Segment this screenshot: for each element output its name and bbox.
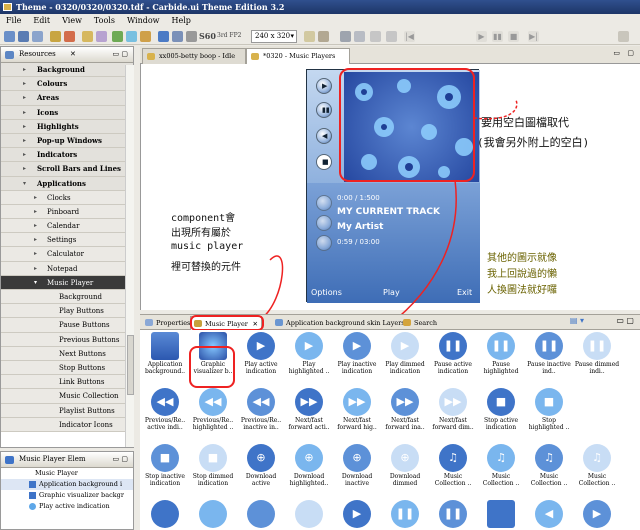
gallery-item[interactable]: ♫ Music Collection .. — [430, 442, 476, 494]
gallery-item[interactable]: ◀◀ Previous/Re.. active indi.. — [142, 386, 188, 438]
gallery-item[interactable]: ❚❚ Pause active indication — [430, 330, 476, 382]
gallery-item[interactable]: ▶ Play active indication — [238, 330, 284, 382]
music-collection-icon: ♫ — [439, 444, 467, 472]
next-icon: ▶ — [583, 500, 611, 528]
gallery-item[interactable] — [238, 498, 284, 530]
tab-search[interactable]: Search — [400, 316, 440, 330]
gallery-item[interactable]: ⊕Download active indication — [238, 442, 284, 494]
annotation-box-visualizer — [189, 346, 235, 388]
gallery-item[interactable]: Application background.. — [142, 330, 188, 382]
list-icon — [247, 500, 275, 528]
arrow-to-note — [473, 99, 518, 120]
gallery-item[interactable]: ◀◀ Previous/Re.. inactive in.. — [238, 386, 284, 438]
pause-icon: ❚❚ — [487, 332, 515, 360]
download-icon: ⊕ — [391, 444, 419, 472]
gallery-item[interactable]: ■ Stop highlighted .. — [526, 386, 572, 438]
gallery-item[interactable]: ▶▶ Next/fast forward ina.. — [382, 386, 428, 438]
next-icon: ▶▶ — [295, 388, 323, 416]
next-icon: ▶▶ — [439, 388, 467, 416]
arrow-to-tab — [261, 255, 284, 319]
gallery-item[interactable]: ▶ Play dimmed indication — [382, 330, 428, 382]
pause-icon: ❚❚ — [439, 332, 467, 360]
previous-icon: ◀◀ — [247, 388, 275, 416]
gallery-item[interactable]: ▶▶ Next/fast forward dim.. — [430, 386, 476, 438]
gallery-item[interactable]: ❚❚ Pause inactive ind.. — [526, 330, 572, 382]
gallery-item[interactable]: ❚❚ — [430, 498, 476, 530]
pause-icon: ❚❚ — [535, 332, 563, 360]
play-icon: ▶ — [391, 332, 419, 360]
pause-icon: ❚❚ — [439, 500, 467, 528]
gallery-item[interactable] — [478, 498, 524, 530]
gallery-item[interactable]: ◀ — [526, 498, 572, 530]
list-icon — [151, 500, 179, 528]
gallery-item[interactable]: ▶ Play inactive indication — [334, 330, 380, 382]
gallery-item[interactable]: ❚❚Pause highlighted in.. — [478, 330, 524, 382]
stop-icon: ■ — [199, 444, 227, 472]
stop-icon: ■ — [535, 388, 563, 416]
gallery-item[interactable]: ◀◀ Previous/Re.. highlighted .. — [190, 386, 236, 438]
next-icon: ▶▶ — [343, 388, 371, 416]
play-icon: ▶ — [343, 332, 371, 360]
download-icon: ⊕ — [343, 444, 371, 472]
gallery-item[interactable] — [142, 498, 188, 530]
gallery-item[interactable]: ❚❚ Pause dimmed indi.. — [574, 330, 620, 382]
gallery-item[interactable]: ▶▶ Next/fast forward hig.. — [334, 386, 380, 438]
view-toolbar-icon[interactable]: ▤ ▾ — [570, 316, 584, 325]
gallery-item[interactable]: ⊕Download inactive indication — [334, 442, 380, 494]
gallery-item[interactable]: ♫ Music Collection .. — [526, 442, 572, 494]
pause-icon: ❚❚ — [391, 500, 419, 528]
stop-icon — [487, 500, 515, 528]
music-collection-icon: ♫ — [583, 444, 611, 472]
gallery-item[interactable]: ❚❚ — [382, 498, 428, 530]
next-icon: ▶▶ — [391, 388, 419, 416]
list-icon — [199, 500, 227, 528]
search-icon — [403, 319, 411, 326]
minimize-icon[interactable]: ▭ ▢ — [616, 316, 634, 325]
music-collection-icon: ♫ — [487, 444, 515, 472]
annotation-box-tab — [190, 315, 264, 331]
play-icon: ▶ — [247, 332, 275, 360]
gallery-item[interactable]: ⊕ Download highlighted.. — [286, 442, 332, 494]
play-icon: ▶ — [343, 500, 371, 528]
previous-icon: ◀ — [535, 500, 563, 528]
download-icon: ⊕ — [247, 444, 275, 472]
gallery-item[interactable]: ♫ Music Collection .. — [574, 442, 620, 494]
play-icon: ▶ — [295, 332, 323, 360]
background-thumbnail — [151, 332, 179, 360]
gallery-item[interactable]: ▶ — [334, 498, 380, 530]
stop-icon: ■ — [487, 388, 515, 416]
gallery-item[interactable]: ■ Stop inactive indication — [142, 442, 188, 494]
gallery-item[interactable] — [286, 498, 332, 530]
layers-icon — [275, 319, 283, 326]
properties-icon — [145, 319, 153, 326]
gallery-item[interactable]: ■ Stop dimmed indication — [190, 442, 236, 494]
download-icon: ⊕ — [295, 444, 323, 472]
gallery-item[interactable]: ▶▶ Next/fast forward acti.. — [286, 386, 332, 438]
previous-icon: ◀◀ — [151, 388, 179, 416]
stop-icon: ■ — [151, 444, 179, 472]
tab-skin-layers[interactable]: Application background skin Layers — [272, 316, 405, 330]
gallery-item[interactable]: ▶ Play highlighted .. — [286, 330, 332, 382]
gallery-item[interactable]: ▶ — [574, 498, 620, 530]
pause-icon: ❚❚ — [583, 332, 611, 360]
music-collection-icon: ♫ — [535, 444, 563, 472]
gallery-item[interactable]: ■ Stop active indication — [478, 386, 524, 438]
gallery-item[interactable]: ⊕Download dimmed indication — [382, 442, 428, 494]
tab-properties[interactable]: Properties — [142, 316, 190, 330]
previous-icon: ◀◀ — [199, 388, 227, 416]
gallery-item[interactable]: ♫ Music Collection .. — [478, 442, 524, 494]
gallery-item[interactable] — [190, 498, 236, 530]
list-icon — [295, 500, 323, 528]
